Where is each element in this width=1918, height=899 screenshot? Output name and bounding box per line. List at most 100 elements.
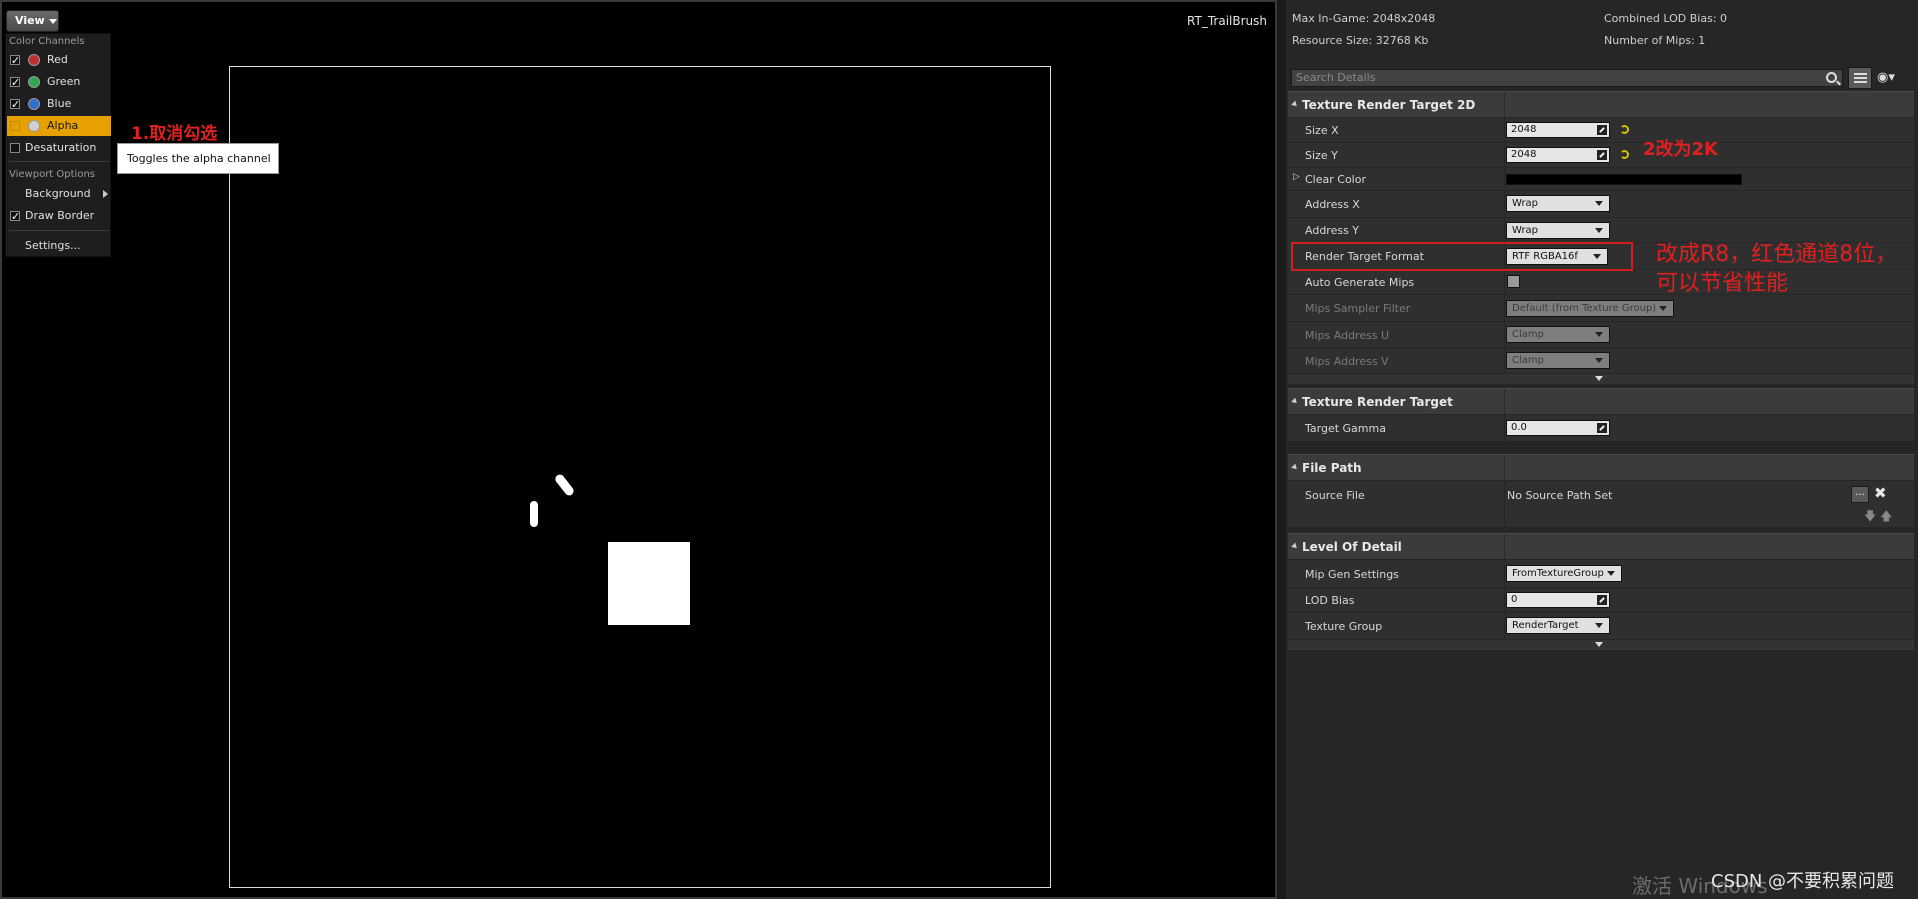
menu-item-draw-border[interactable]: Draw Border	[7, 206, 111, 227]
expand-arrow-icon[interactable]: ▷	[1293, 172, 1300, 182]
drag-icon	[1597, 595, 1607, 605]
section-texture-render-target[interactable]: Texture Render Target	[1288, 388, 1914, 415]
eye-visibility-icon[interactable]: ◉▾	[1877, 70, 1905, 86]
section-level-of-detail[interactable]: Level Of Detail	[1288, 533, 1914, 560]
desaturation-label: Desaturation	[25, 141, 97, 154]
mips-address-u-dropdown[interactable]: Clamp	[1506, 326, 1610, 343]
texture-name-label: RT_TrailBrush	[1187, 14, 1267, 28]
green-checkbox[interactable]	[10, 73, 20, 93]
settings-label: Settings...	[25, 239, 81, 252]
target-gamma-label: Target Gamma	[1305, 422, 1386, 435]
search-details-input[interactable]: Search Details	[1291, 69, 1843, 87]
chevron-down-icon	[1595, 623, 1603, 628]
csdn-watermark: CSDN @不要积累问题	[1711, 871, 1895, 892]
auto-generate-mips-label: Auto Generate Mips	[1305, 276, 1415, 289]
property-matrix-button[interactable]	[1848, 67, 1872, 89]
submenu-arrow-icon	[103, 190, 108, 198]
menu-item-settings[interactable]: Settings...	[7, 236, 111, 256]
alpha-label: Alpha	[47, 119, 79, 132]
view-button-label: View	[15, 14, 45, 27]
prop-row-size-y: Size Y 2048	[1288, 143, 1914, 167]
background-label: Background	[25, 187, 91, 200]
chevron-down-icon	[1595, 201, 1603, 206]
highlight-box-render-target-format	[1291, 242, 1633, 271]
alpha-tooltip: Toggles the alpha channel	[117, 143, 279, 174]
alpha-checkbox[interactable]	[10, 121, 20, 131]
expand-advanced-icon	[1595, 376, 1603, 381]
prop-row-mips-address-u: Mips Address U Clamp	[1288, 322, 1914, 347]
lod-bias-value: 0	[1511, 594, 1518, 605]
lod-bias-label: LOD Bias	[1305, 594, 1355, 607]
menu-item-green[interactable]: Green	[7, 72, 111, 93]
annotation-uncheck: 1.取消勾选	[131, 124, 218, 144]
browse-button[interactable]: ...	[1851, 486, 1869, 503]
blue-checkbox[interactable]	[10, 95, 20, 115]
clear-color-swatch[interactable]	[1506, 174, 1742, 185]
size-x-input[interactable]: 2048	[1506, 122, 1610, 138]
clear-color-label: Clear Color	[1305, 173, 1366, 186]
size-y-value: 2048	[1511, 149, 1537, 160]
import-export-arrows-icon[interactable]: 🡇 🡅	[1864, 507, 1893, 528]
green-label: Green	[47, 75, 81, 88]
menu-item-red[interactable]: Red	[7, 50, 111, 71]
size-y-label: Size Y	[1305, 149, 1338, 162]
mip-gen-settings-value: FromTextureGroup	[1512, 568, 1604, 579]
view-menu-button[interactable]: View	[6, 10, 59, 32]
drag-icon	[1597, 125, 1607, 135]
green-channel-icon	[28, 76, 40, 88]
brush-square	[608, 542, 690, 625]
prop-row-size-x: Size X 2048	[1288, 118, 1914, 142]
section-texture-render-target-2d[interactable]: Texture Render Target 2D	[1288, 91, 1914, 118]
search-icon[interactable]	[1826, 72, 1837, 83]
auto-generate-mips-checkbox[interactable]	[1507, 275, 1520, 288]
address-y-dropdown[interactable]: Wrap	[1506, 222, 1610, 239]
prop-row-address-x: Address X Wrap	[1288, 191, 1914, 217]
mips-address-v-dropdown[interactable]: Clamp	[1506, 352, 1610, 369]
color-channels-header: Color Channels	[9, 36, 85, 47]
size-x-value: 2048	[1511, 124, 1537, 135]
mip-gen-settings-dropdown[interactable]: FromTextureGroup	[1506, 565, 1622, 582]
prop-row-clear-color: ▷ Clear Color	[1288, 168, 1914, 190]
size-y-input[interactable]: 2048	[1506, 147, 1610, 163]
panel-splitter[interactable]	[1277, 0, 1286, 899]
prop-row-lod-bias: LOD Bias 0	[1288, 588, 1914, 612]
menu-item-background[interactable]: Background	[7, 184, 111, 204]
mips-sampler-filter-dropdown[interactable]: Default (from Texture Group)	[1506, 300, 1674, 317]
collapse-triangle-icon	[1291, 542, 1299, 551]
show-advanced-toggle[interactable]	[1288, 640, 1914, 650]
prop-row-mips-address-v: Mips Address V Clamp	[1288, 348, 1914, 373]
resource-size-info: Resource Size: 32768 Kb	[1292, 34, 1429, 47]
prop-row-mip-gen-settings: Mip Gen Settings FromTextureGroup	[1288, 560, 1914, 587]
desaturation-checkbox[interactable]	[10, 143, 20, 153]
address-y-label: Address Y	[1305, 224, 1360, 237]
menu-item-blue[interactable]: Blue	[7, 94, 111, 115]
lod-bias-input[interactable]: 0	[1506, 592, 1610, 608]
source-file-label: Source File	[1305, 489, 1365, 502]
blue-label: Blue	[47, 97, 72, 110]
draw-border-checkbox[interactable]	[10, 207, 20, 227]
prop-row-target-gamma: Target Gamma 0.0	[1288, 415, 1914, 441]
menu-item-alpha[interactable]: Alpha	[7, 116, 111, 136]
collapse-triangle-icon	[1291, 397, 1299, 406]
address-x-dropdown[interactable]: Wrap	[1506, 195, 1610, 212]
texture-group-dropdown[interactable]: RenderTarget	[1506, 617, 1610, 634]
target-gamma-input[interactable]: 0.0	[1506, 420, 1610, 436]
red-checkbox[interactable]	[10, 51, 20, 71]
drag-icon	[1597, 150, 1607, 160]
chevron-down-icon	[1595, 358, 1603, 363]
chevron-down-icon	[1607, 571, 1615, 576]
size-x-label: Size X	[1305, 124, 1339, 137]
annotation-r8-format: 改成R8，红色通道8位，可以节省性能	[1656, 242, 1898, 296]
clear-icon[interactable]: ✖	[1874, 484, 1887, 502]
menu-item-desaturation[interactable]: Desaturation	[7, 138, 111, 158]
number-of-mips-info: Number of Mips: 1	[1604, 34, 1706, 47]
source-file-value: No Source Path Set	[1507, 489, 1613, 502]
blue-channel-icon	[28, 98, 40, 110]
reset-to-default-icon[interactable]	[1620, 150, 1629, 159]
viewport-options-header: Viewport Options	[9, 169, 95, 180]
section-file-path[interactable]: File Path	[1288, 454, 1914, 481]
show-advanced-toggle[interactable]	[1288, 374, 1914, 384]
drag-icon	[1597, 423, 1607, 433]
collapse-triangle-icon	[1291, 463, 1299, 472]
reset-to-default-icon[interactable]	[1620, 125, 1629, 134]
